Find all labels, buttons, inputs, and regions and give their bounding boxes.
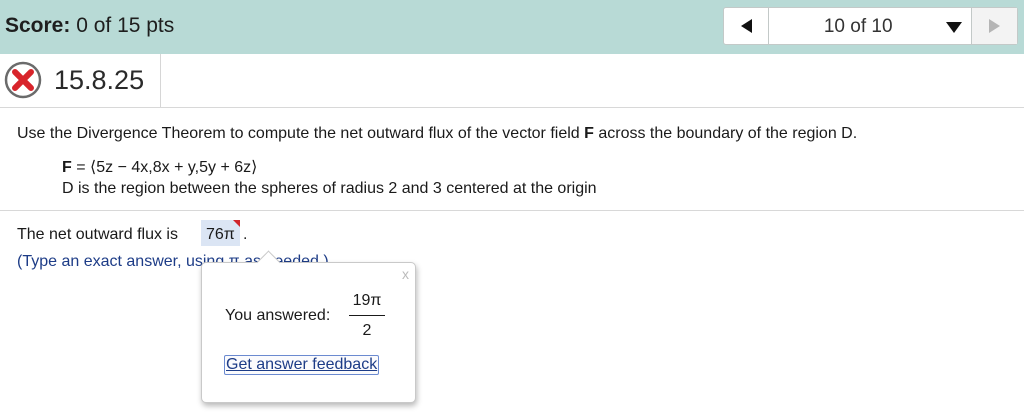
get-answer-feedback-link[interactable]: Get answer feedback [224,355,380,375]
previous-question-button[interactable] [724,8,769,44]
you-answered-label: You answered: [225,307,331,324]
fraction-denominator: 2 [362,322,372,339]
prompt-bold-f: F [584,125,594,142]
score-label: Score: [5,14,71,37]
triangle-down-icon [945,22,962,33]
field-expression: = ⟨5z − 4x,8x + y,5y + 6z⟩ [71,159,258,176]
answered-fraction: 19π 2 [349,292,385,340]
prompt-text-end: across the boundary of the region D. [593,125,858,142]
vector-field: F = ⟨5z − 4x,8x + y,5y + 6z⟩ [62,157,257,177]
score-display: Score: 0 of 15 pts [5,14,174,38]
field-label: F [62,159,72,176]
answer-field[interactable]: 76π [201,220,240,246]
answer-value: 76π [206,226,235,243]
divider [0,107,1024,108]
answer-suffix: . [243,226,248,243]
incorrect-x-icon [4,61,42,99]
question-number: 15.8.25 [54,65,145,95]
question-select-dropdown[interactable]: 10 of 10 [769,8,971,44]
answer-prefix: The net outward flux is [17,226,178,243]
fraction-numerator: 19π [352,292,382,309]
question-prompt: Use the Divergence Theorem to compute th… [17,125,857,143]
next-question-button [971,8,1017,44]
fraction-bar [349,315,385,316]
triangle-right-icon [989,19,1001,33]
incorrect-flag-icon [233,220,240,227]
close-icon[interactable]: x [402,266,409,282]
prompt-text-start: Use the Divergence Theorem to compute th… [17,125,585,142]
triangle-left-icon [741,19,752,33]
question-navigator: 10 of 10 [723,7,1018,45]
score-value: 0 of 15 pts [76,14,175,37]
region-description: D is the region between the spheres of r… [62,180,597,197]
divider [0,210,1024,211]
question-position: 10 of 10 [823,16,893,37]
score-bar: Score: 0 of 15 pts 10 of 10 [0,0,1024,54]
answer-popup: x You answered: 19π 2 Get answer feedbac… [201,262,416,403]
